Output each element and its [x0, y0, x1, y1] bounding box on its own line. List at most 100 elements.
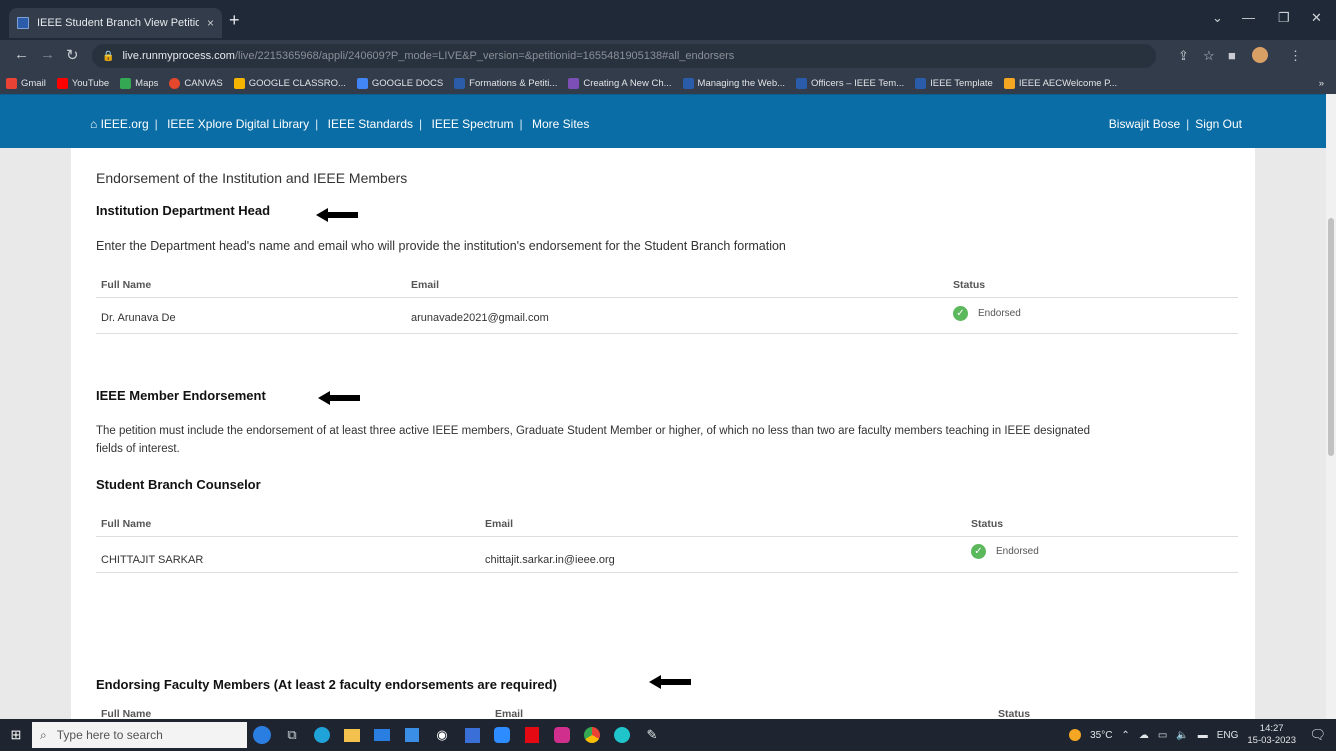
- maximize-icon[interactable]: ❐: [1278, 10, 1290, 26]
- bookmark-item[interactable]: Creating A New Ch...: [568, 77, 672, 89]
- bookmark-item[interactable]: Maps: [120, 77, 158, 89]
- battery-icon[interactable]: ▬: [1198, 730, 1208, 741]
- separator: |: [419, 117, 423, 131]
- chrome-icon[interactable]: [577, 719, 607, 751]
- counselor-email: chittajit.sarkar.in@ieee.org: [485, 554, 615, 566]
- tab-search-chevron-icon[interactable]: ⌄: [1212, 10, 1223, 26]
- notification-icon[interactable]: 🗨: [1309, 727, 1326, 743]
- xplore-link[interactable]: IEEE Xplore Digital Library: [167, 117, 309, 131]
- aec-icon: [1003, 77, 1015, 89]
- share-icon[interactable]: ⇪: [1178, 48, 1189, 64]
- more-sites-link[interactable]: More Sites: [532, 117, 589, 131]
- mail-icon[interactable]: [367, 719, 397, 751]
- ieee-favicon-icon: [454, 77, 466, 89]
- divider: [96, 572, 1238, 573]
- netflix-icon[interactable]: [517, 719, 547, 751]
- edge-icon[interactable]: [307, 719, 337, 751]
- check-circle-icon: ✓: [953, 306, 968, 321]
- forward-icon[interactable]: →: [40, 46, 55, 63]
- temperature[interactable]: 35°C: [1090, 730, 1112, 741]
- windows-start-icon[interactable]: ⊞: [0, 727, 32, 743]
- arrow-left-icon: [316, 208, 358, 222]
- divider: [96, 333, 1238, 334]
- weather-icon[interactable]: [1069, 729, 1082, 741]
- clock[interactable]: 14:27 15-03-2023: [1247, 723, 1296, 747]
- bookmark-item[interactable]: CANVAS: [169, 77, 223, 89]
- bookmark-star-icon[interactable]: ☆: [1203, 48, 1215, 64]
- bookmark-item[interactable]: Officers – IEEE Tem...: [796, 77, 904, 89]
- dept-head-description: Enter the Department head's name and ema…: [96, 239, 786, 253]
- url-path: /live/2215365968/appli/240609?P_mode=LIV…: [234, 50, 735, 62]
- separator: |: [519, 117, 523, 131]
- minimize-icon[interactable]: —: [1242, 10, 1255, 25]
- browser-menu-icon[interactable]: ⋮: [1289, 48, 1302, 64]
- network-icon[interactable]: ▭: [1158, 730, 1167, 741]
- separator: |: [154, 117, 158, 131]
- standards-link[interactable]: IEEE Standards: [328, 117, 413, 131]
- bookmark-item[interactable]: IEEE AECWelcome P...: [1003, 77, 1117, 89]
- col-email: Email: [411, 279, 440, 291]
- ieee-favicon-icon: [682, 77, 694, 89]
- scrollbar-thumb[interactable]: [1328, 218, 1334, 456]
- section-title: Endorsement of the Institution and IEEE …: [96, 170, 408, 186]
- browser-tab[interactable]: IEEE Student Branch View Petition ×: [9, 8, 222, 38]
- bookmark-item[interactable]: Managing the Web...: [682, 77, 785, 89]
- col-status: Status: [953, 279, 986, 291]
- bookmark-item[interactable]: Formations & Petiti...: [454, 77, 557, 89]
- col-email: Email: [485, 518, 514, 530]
- taskbar-search[interactable]: ⌕ Type here to search: [32, 722, 247, 748]
- arrow-left-icon: [318, 391, 360, 405]
- member-endorsement-heading: IEEE Member Endorsement: [96, 388, 266, 403]
- tab-title: IEEE Student Branch View Petition: [37, 17, 199, 29]
- bookmark-item[interactable]: GOOGLE CLASSRO...: [233, 77, 346, 89]
- bookmark-item[interactable]: GOOGLE DOCS: [356, 77, 443, 89]
- col-full-name: Full Name: [101, 708, 152, 719]
- media-player-icon[interactable]: ◉: [427, 719, 457, 751]
- app-icon[interactable]: [457, 719, 487, 751]
- onedrive-icon[interactable]: ☁: [1139, 730, 1149, 741]
- store-icon[interactable]: [397, 719, 427, 751]
- ieee-favicon-icon: [17, 17, 29, 29]
- volume-icon[interactable]: 🔈: [1176, 730, 1188, 741]
- bookmark-item[interactable]: IEEE Template: [915, 77, 993, 89]
- media-app-icon[interactable]: [547, 719, 577, 751]
- new-tab-icon[interactable]: +: [229, 10, 240, 30]
- dept-head-heading: Institution Department Head: [96, 203, 271, 218]
- divider: [96, 536, 1238, 537]
- language[interactable]: ENG: [1217, 730, 1239, 741]
- sign-out-link[interactable]: Sign Out: [1195, 117, 1242, 131]
- url-field[interactable]: 🔒 live.runmyprocess.com /live/2215365968…: [92, 44, 1156, 68]
- canva-icon[interactable]: [607, 719, 637, 751]
- status-badge: ✓ Endorsed: [953, 306, 1021, 321]
- bookmark-item[interactable]: Gmail: [6, 77, 46, 89]
- system-tray: 35°C ⌃ ☁ ▭ 🔈 ▬ ENG 14:27 15-03-2023: [1069, 719, 1296, 751]
- profile-avatar[interactable]: [1252, 47, 1268, 63]
- extension-icon[interactable]: ■: [1228, 48, 1236, 63]
- docs-icon: [356, 77, 368, 89]
- dept-head-name: Dr. Arunava De: [101, 312, 176, 324]
- home-icon: ⌂: [90, 117, 98, 131]
- close-window-icon[interactable]: ✕: [1311, 10, 1322, 26]
- more-bookmarks-icon[interactable]: »: [1319, 78, 1324, 89]
- cortana-icon[interactable]: [247, 719, 277, 751]
- col-email: Email: [495, 708, 524, 719]
- zoom-icon[interactable]: [487, 719, 517, 751]
- ieee-org-link[interactable]: IEEE.org: [101, 117, 149, 131]
- page-icon: [568, 77, 580, 89]
- user-name-link[interactable]: Biswajit Bose: [1109, 117, 1180, 131]
- paint-icon[interactable]: ✎: [637, 719, 667, 751]
- back-icon[interactable]: ←: [14, 46, 29, 63]
- youtube-icon: [56, 77, 68, 89]
- task-view-icon[interactable]: ⧉: [277, 719, 307, 751]
- file-explorer-icon[interactable]: [337, 719, 367, 751]
- separator: |: [1186, 117, 1190, 131]
- show-hidden-icon[interactable]: ⌃: [1121, 730, 1129, 741]
- bookmark-item[interactable]: YouTube: [56, 77, 109, 89]
- bookmarks-bar: Gmail YouTube Maps CANVAS GOOGLE CLASSRO…: [0, 72, 1336, 94]
- page-scrollbar[interactable]: [1326, 94, 1336, 719]
- reload-icon[interactable]: ↻: [66, 46, 79, 64]
- col-full-name: Full Name: [101, 279, 152, 291]
- tab-close-icon[interactable]: ×: [207, 16, 214, 30]
- lock-icon: 🔒: [102, 50, 115, 62]
- spectrum-link[interactable]: IEEE Spectrum: [431, 117, 513, 131]
